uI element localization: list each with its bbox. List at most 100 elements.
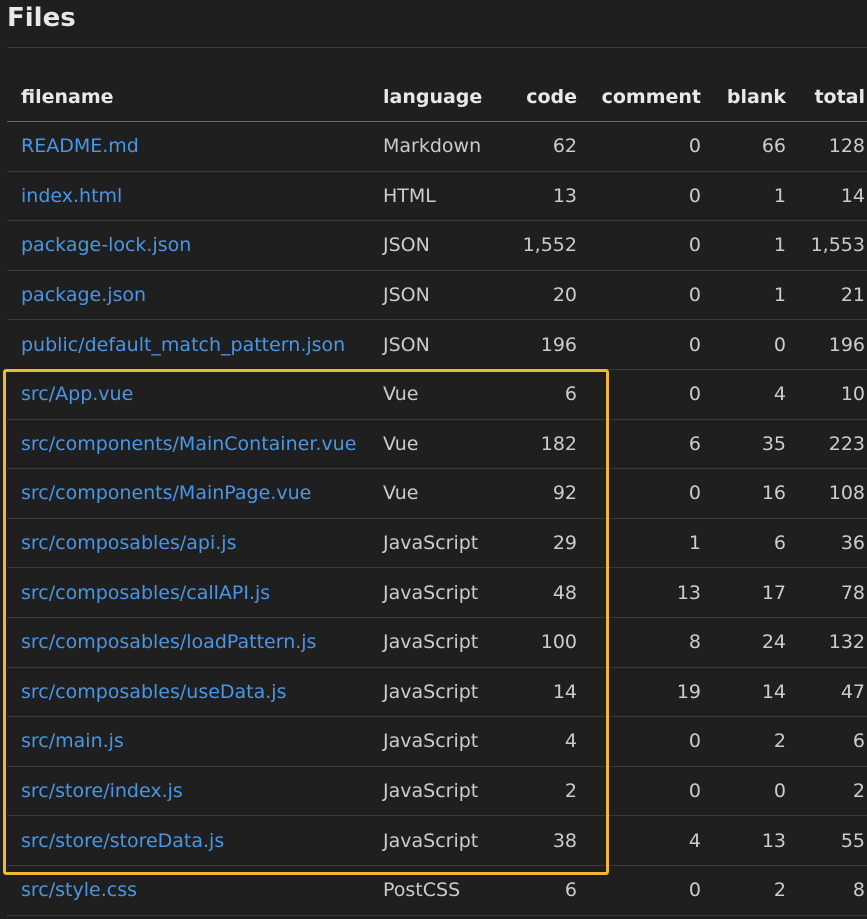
code-cell: 62 xyxy=(493,121,577,172)
total-cell: 78 xyxy=(786,567,867,618)
file-link[interactable]: src/main.js xyxy=(21,730,124,752)
column-header-blank: blank xyxy=(701,73,786,122)
file-link[interactable]: package-lock.json xyxy=(21,234,191,256)
comment-cell: 6 xyxy=(577,419,701,470)
language-cell: JSON xyxy=(383,319,493,370)
code-cell: 92 xyxy=(493,468,577,519)
blank-cell: 1 xyxy=(701,270,786,321)
file-link[interactable]: README.md xyxy=(21,135,139,157)
blank-cell: 17 xyxy=(701,567,786,618)
filename-cell: src/store/index.js xyxy=(7,766,383,817)
table-header-row: filename language code comment blank tot… xyxy=(7,73,867,122)
file-link[interactable]: public/default_match_pattern.json xyxy=(21,334,345,356)
code-cell: 182 xyxy=(493,419,577,470)
filename-cell: src/store/storeData.js xyxy=(7,815,383,866)
page-title: Files xyxy=(7,3,76,33)
column-header-code: code xyxy=(493,73,577,122)
language-cell: HTML xyxy=(383,171,493,222)
language-cell: JavaScript xyxy=(383,815,493,866)
total-cell: 132 xyxy=(786,617,867,668)
code-cell: 14 xyxy=(493,667,577,718)
blank-cell: 14 xyxy=(701,667,786,718)
blank-cell: 24 xyxy=(701,617,786,668)
blank-cell: 2 xyxy=(701,865,786,916)
file-link[interactable]: src/components/MainContainer.vue xyxy=(21,433,356,455)
comment-cell: 0 xyxy=(577,319,701,370)
file-link[interactable]: src/components/MainPage.vue xyxy=(21,482,311,504)
total-cell: 128 xyxy=(786,121,867,172)
filename-cell: package-lock.json xyxy=(7,220,383,271)
total-cell: 21 xyxy=(786,270,867,321)
total-cell: 108 xyxy=(786,468,867,519)
total-cell: 2 xyxy=(786,766,867,817)
file-link[interactable]: src/store/index.js xyxy=(21,780,183,802)
table-row: src/composables/useData.js JavaScript 14… xyxy=(7,667,867,718)
comment-cell: 0 xyxy=(577,121,701,172)
file-link[interactable]: src/App.vue xyxy=(21,383,133,405)
filename-cell: src/main.js xyxy=(7,716,383,767)
comment-cell: 8 xyxy=(577,617,701,668)
table-row: src/components/MainPage.vue Vue 92 0 16 … xyxy=(7,468,867,519)
column-header-filename: filename xyxy=(7,73,383,122)
table-row: src/main.js JavaScript 4 0 2 6 xyxy=(7,716,867,767)
comment-cell: 0 xyxy=(577,716,701,767)
file-link[interactable]: index.html xyxy=(21,185,122,207)
table-row: src/style.css PostCSS 6 0 2 8 xyxy=(7,865,867,916)
blank-cell: 2 xyxy=(701,716,786,767)
language-cell: JSON xyxy=(383,270,493,321)
comment-cell: 0 xyxy=(577,468,701,519)
total-cell: 223 xyxy=(786,419,867,470)
comment-cell: 0 xyxy=(577,369,701,420)
language-cell: Vue xyxy=(383,369,493,420)
comment-cell: 4 xyxy=(577,815,701,866)
blank-cell: 0 xyxy=(701,319,786,370)
blank-cell: 35 xyxy=(701,419,786,470)
comment-cell: 13 xyxy=(577,567,701,618)
total-cell: 47 xyxy=(786,667,867,718)
filename-cell: public/default_match_pattern.json xyxy=(7,319,383,370)
comment-cell: 0 xyxy=(577,865,701,916)
language-cell: PostCSS xyxy=(383,865,493,916)
table-row: src/composables/callAPI.js JavaScript 48… xyxy=(7,567,867,618)
language-cell: JavaScript xyxy=(383,617,493,668)
file-link[interactable]: src/composables/loadPattern.js xyxy=(21,631,316,653)
code-cell: 1,552 xyxy=(493,220,577,271)
filename-cell: src/composables/callAPI.js xyxy=(7,567,383,618)
blank-cell: 0 xyxy=(701,766,786,817)
total-cell: 14 xyxy=(786,171,867,222)
filename-cell: src/composables/useData.js xyxy=(7,667,383,718)
language-cell: JavaScript xyxy=(383,567,493,618)
comment-cell: 1 xyxy=(577,518,701,569)
file-link[interactable]: src/composables/api.js xyxy=(21,532,236,554)
column-header-comment: comment xyxy=(577,73,701,122)
language-cell: JavaScript xyxy=(383,518,493,569)
code-cell: 100 xyxy=(493,617,577,668)
code-cell: 4 xyxy=(493,716,577,767)
filename-cell: src/components/MainContainer.vue xyxy=(7,419,383,470)
comment-cell: 0 xyxy=(577,220,701,271)
total-cell: 55 xyxy=(786,815,867,866)
table-row: src/store/index.js JavaScript 2 0 0 2 xyxy=(7,766,867,817)
file-link[interactable]: src/composables/useData.js xyxy=(21,681,287,703)
filename-cell: src/App.vue xyxy=(7,369,383,420)
filename-cell: src/components/MainPage.vue xyxy=(7,468,383,519)
title-divider xyxy=(7,47,867,48)
total-cell: 8 xyxy=(786,865,867,916)
filename-cell: src/composables/loadPattern.js xyxy=(7,617,383,668)
code-cell: 2 xyxy=(493,766,577,817)
code-cell: 13 xyxy=(493,171,577,222)
code-cell: 48 xyxy=(493,567,577,618)
table-row: package-lock.json JSON 1,552 0 1 1,553 xyxy=(7,220,867,271)
file-link[interactable]: package.json xyxy=(21,284,146,306)
table-row: README.md Markdown 62 0 66 128 xyxy=(7,121,867,172)
table-row: src/composables/api.js JavaScript 29 1 6… xyxy=(7,518,867,569)
file-link[interactable]: src/composables/callAPI.js xyxy=(21,582,270,604)
comment-cell: 0 xyxy=(577,270,701,321)
file-link[interactable]: src/style.css xyxy=(21,879,137,901)
table-row: src/composables/loadPattern.js JavaScrip… xyxy=(7,617,867,668)
file-link[interactable]: src/store/storeData.js xyxy=(21,830,224,852)
files-table: filename language code comment blank tot… xyxy=(7,73,867,916)
code-cell: 196 xyxy=(493,319,577,370)
code-cell: 20 xyxy=(493,270,577,321)
blank-cell: 6 xyxy=(701,518,786,569)
